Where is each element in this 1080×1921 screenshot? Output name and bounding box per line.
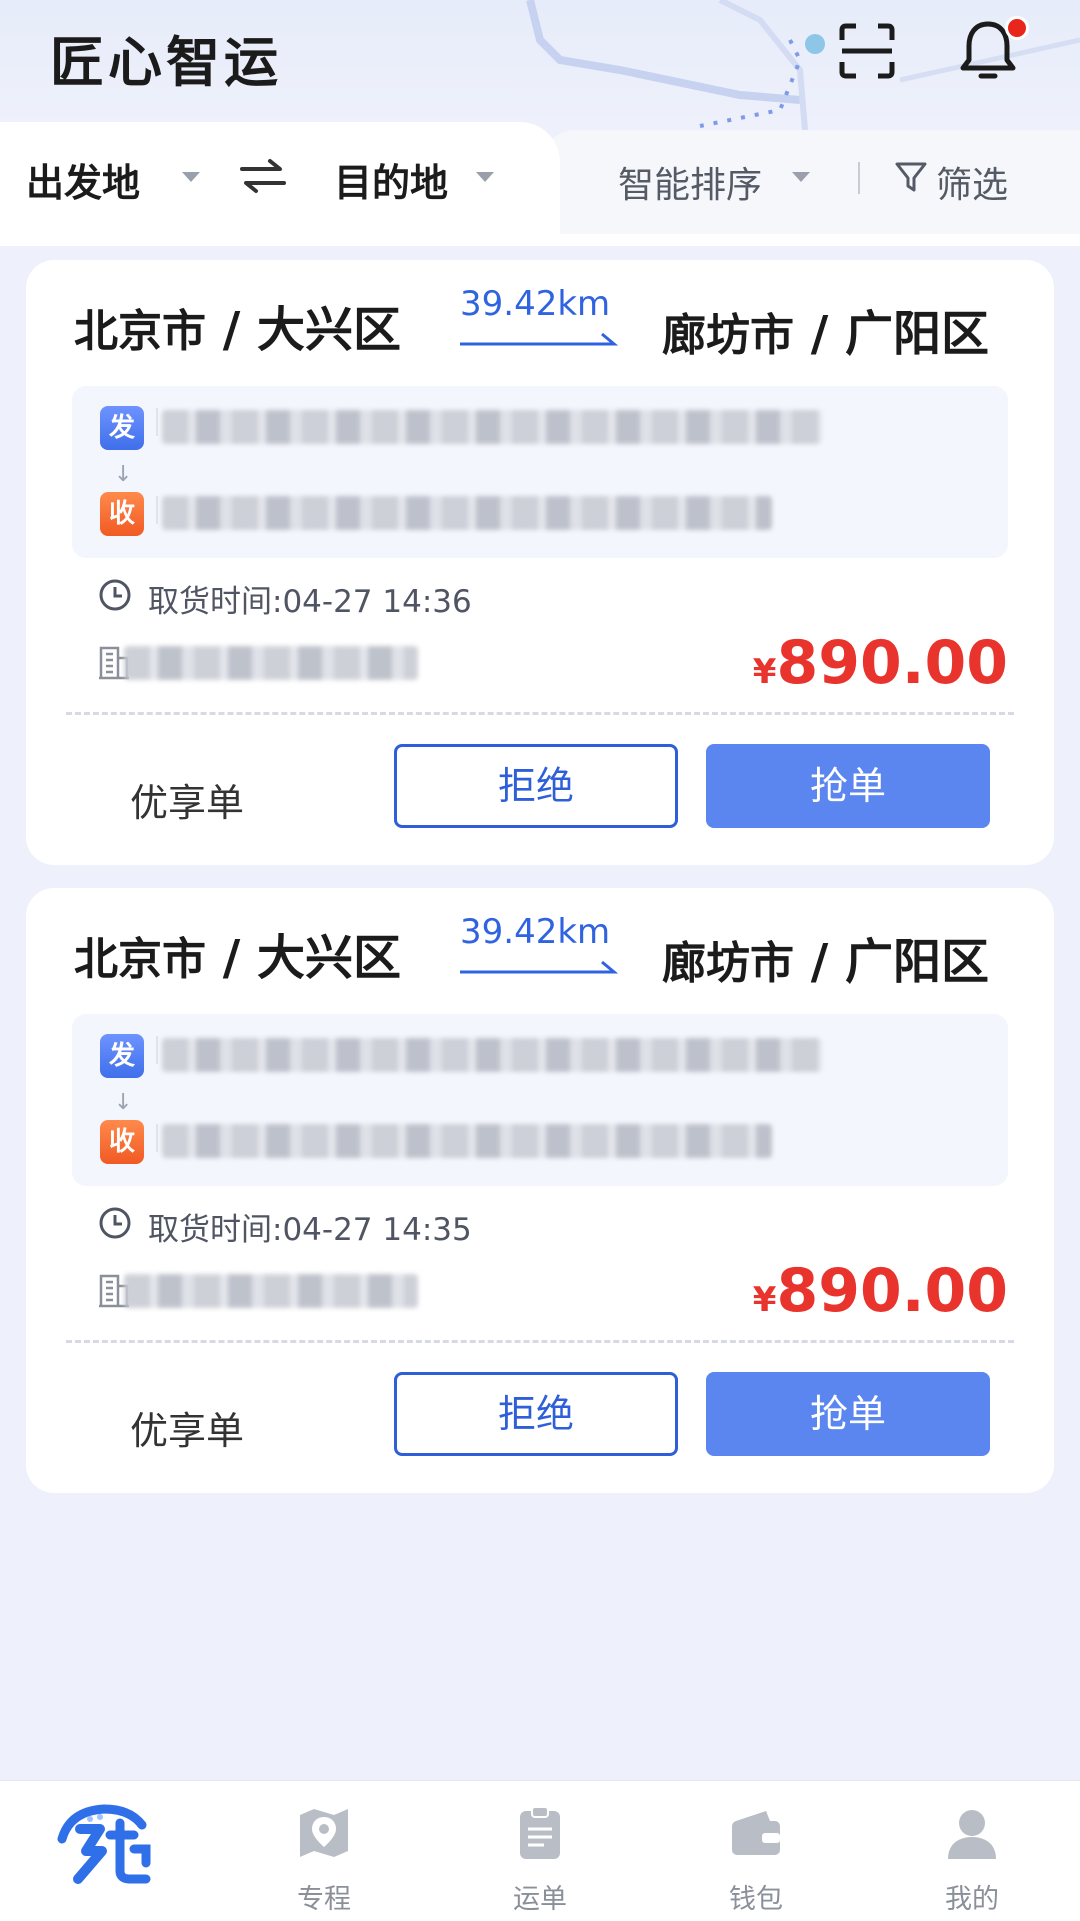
- clock-icon: [99, 1207, 131, 1239]
- destination-district: 广阳区: [844, 306, 989, 362]
- clipboard-icon: [520, 1806, 560, 1859]
- sort-select[interactable]: 智能排序: [618, 156, 762, 208]
- origin-district: 大兴区: [256, 302, 401, 358]
- route-arrow-icon: [460, 960, 618, 974]
- nav-item-special[interactable]: 专程: [216, 1781, 432, 1921]
- nav-item-grab[interactable]: [0, 1781, 216, 1921]
- pickup-time: 取货时间:04-27 14:35: [148, 1212, 472, 1248]
- tag-divider: [156, 1124, 158, 1152]
- address-box: 发 ↓ 收: [72, 1014, 1008, 1186]
- filter-icon[interactable]: [894, 160, 928, 194]
- receive-tag: 收: [100, 492, 144, 536]
- distance: 39.42km: [460, 912, 611, 952]
- price-value: 890.00: [776, 1256, 1008, 1326]
- origin-chevron-icon: [182, 172, 200, 182]
- clock-icon: [99, 579, 131, 611]
- price: ¥890.00: [753, 628, 1008, 698]
- notification-dot: [1005, 16, 1029, 40]
- dashed-divider: [66, 712, 1014, 715]
- price-value: 890.00: [776, 628, 1008, 698]
- send-tag: 发: [100, 406, 144, 450]
- swap-icon[interactable]: [240, 158, 286, 194]
- filter-divider: [858, 162, 860, 194]
- header: 匠心智运: [0, 0, 1080, 130]
- currency-symbol: ¥: [752, 1280, 777, 1320]
- down-arrow-icon: ↓: [114, 462, 133, 487]
- scan-icon[interactable]: [838, 22, 896, 80]
- destination-city: 廊坊市: [662, 938, 794, 989]
- bottom-nav: 专程 运单 钱包 我的: [0, 1780, 1080, 1921]
- currency-symbol: ¥: [752, 652, 777, 692]
- origin-location: 北京市 / 大兴区: [74, 930, 401, 986]
- address-box: 发 ↓ 收: [72, 386, 1008, 558]
- route-arrow-icon: [460, 332, 618, 346]
- destination-location: 廊坊市 / 广阳区: [662, 306, 989, 362]
- origin-select[interactable]: 出发地: [26, 152, 140, 207]
- reject-button[interactable]: 拒绝: [394, 744, 678, 828]
- grab-logo-icon: [57, 1804, 151, 1884]
- tag-divider: [156, 496, 158, 524]
- receiver-address-redacted: [162, 1124, 772, 1158]
- order-type: 优享单: [130, 1409, 245, 1453]
- sender-address-redacted: [162, 410, 822, 444]
- destination-city: 廊坊市: [662, 310, 794, 361]
- app-title: 匠心智运: [50, 31, 282, 94]
- dashed-divider: [66, 1340, 1014, 1343]
- origin-location: 北京市 / 大兴区: [74, 302, 401, 358]
- origin-city: 北京市: [74, 306, 206, 357]
- tag-divider: [156, 408, 158, 436]
- receiver-address-redacted: [162, 496, 772, 530]
- receive-tag: 收: [100, 1120, 144, 1164]
- destination-select[interactable]: 目的地: [334, 152, 448, 207]
- destination-location: 廊坊市 / 广阳区: [662, 934, 989, 990]
- wallet-icon: [732, 1811, 780, 1855]
- user-icon: [948, 1810, 996, 1859]
- destination-district: 广阳区: [844, 934, 989, 990]
- origin-city: 北京市: [74, 934, 206, 985]
- filter-button[interactable]: 筛选: [936, 156, 1008, 208]
- sender-address-redacted: [162, 1038, 822, 1072]
- nav-item-waybill[interactable]: 运单: [432, 1781, 648, 1921]
- destination-chevron-icon: [476, 172, 494, 182]
- nav-item-profile[interactable]: 我的: [864, 1781, 1080, 1921]
- order-type: 优享单: [130, 781, 245, 825]
- order-card: 北京市 / 大兴区 39.42km 廊坊市 / 广阳区 发 ↓ 收 取货时间:0…: [26, 260, 1054, 865]
- grab-order-button[interactable]: 抢单: [706, 1372, 990, 1456]
- distance: 39.42km: [460, 284, 611, 324]
- tag-divider: [156, 1036, 158, 1064]
- origin-district: 大兴区: [256, 930, 401, 986]
- pickup-time: 取货时间:04-27 14:36: [148, 584, 472, 620]
- company-name-redacted: [124, 1274, 418, 1308]
- map-pin-icon: [300, 1809, 348, 1857]
- down-arrow-icon: ↓: [114, 1090, 133, 1115]
- order-card: 北京市 / 大兴区 39.42km 廊坊市 / 广阳区 发 ↓ 收 取货时间:0…: [26, 888, 1054, 1493]
- company-name-redacted: [124, 646, 418, 680]
- nav-label-special: 专程: [297, 1884, 351, 1915]
- reject-button[interactable]: 拒绝: [394, 1372, 678, 1456]
- send-tag: 发: [100, 1034, 144, 1078]
- grab-order-button[interactable]: 抢单: [706, 744, 990, 828]
- nav-label-profile: 我的: [945, 1884, 999, 1915]
- price: ¥890.00: [753, 1256, 1008, 1326]
- nav-item-wallet[interactable]: 钱包: [648, 1781, 864, 1921]
- sort-chevron-icon: [792, 172, 810, 182]
- nav-label-waybill: 运单: [513, 1884, 567, 1915]
- nav-label-wallet: 钱包: [729, 1884, 783, 1915]
